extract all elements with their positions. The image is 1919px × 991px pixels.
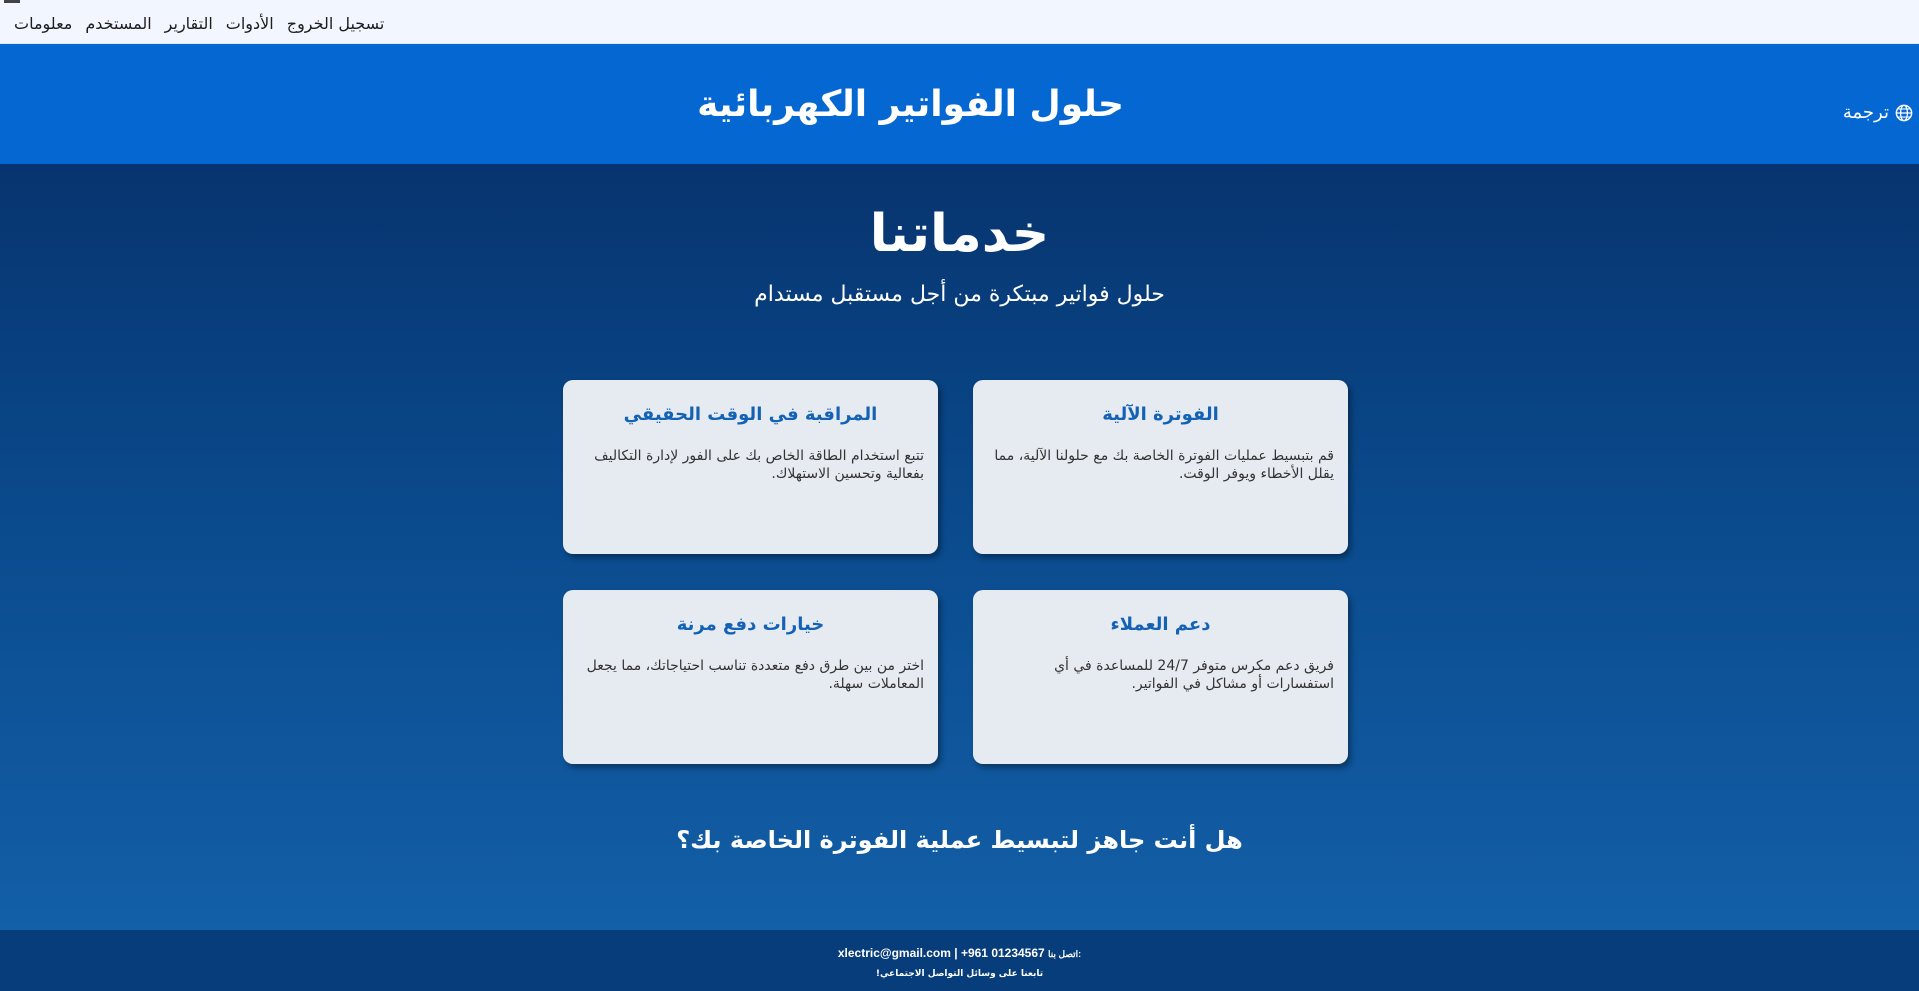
globe-icon xyxy=(1895,104,1913,121)
nav-item-user[interactable]: المستخدم xyxy=(85,14,151,33)
service-card-automated-billing: الفوترة الآلية قم بتبسيط عمليات الفوترة … xyxy=(973,380,1348,554)
contact-value: xlectric@gmail.com | +961 01234567 xyxy=(837,946,1045,960)
translate-label: ترجمة xyxy=(1842,102,1889,123)
cta-heading: هل أنت جاهز لتبسيط عملية الفوترة الخاصة … xyxy=(676,826,1243,854)
card-text: تتبع استخدام الطاقة الخاص بك على الفور ل… xyxy=(594,448,924,482)
translate-button[interactable]: ترجمة xyxy=(1843,102,1913,123)
site-footer: xlectric@gmail.com | +961 01234567 اتصل … xyxy=(0,930,1919,991)
service-card-customer-support: دعم العملاء فريق دعم مكرس متوفر 24/7 للم… xyxy=(973,590,1348,764)
card-title: الفوترة الآلية xyxy=(1102,404,1219,425)
nav-item-tools[interactable]: الأدوات xyxy=(226,14,274,33)
services-subheading: حلول فواتير مبتكرة من أجل مستقبل مستدام xyxy=(754,282,1165,307)
service-card-flexible-payment: خيارات دفع مرنة اختر من بين طرق دفع متعد… xyxy=(563,590,938,764)
window-menu-stub xyxy=(4,0,20,3)
card-text: اختر من بين طرق دفع متعددة تناسب احتياجا… xyxy=(586,658,924,692)
top-nav: تسجيل الخروج الأدوات التقارير المستخدم م… xyxy=(0,0,1919,44)
site-header: حلول الفواتير الكهربائية ترجمة xyxy=(0,44,1919,164)
services-section: خدماتنا حلول فواتير مبتكرة من أجل مستقبل… xyxy=(0,164,1919,930)
footer-follow: تابعنا على وسائل التواصل الاجتماعي! xyxy=(875,969,1044,979)
nav-menu: تسجيل الخروج الأدوات التقارير المستخدم م… xyxy=(14,14,384,33)
card-text: قم بتبسيط عمليات الفوترة الخاصة بك مع حل… xyxy=(994,448,1334,482)
card-title: دعم العملاء xyxy=(1110,614,1211,635)
nav-item-reports[interactable]: التقارير xyxy=(165,14,213,33)
contact-label: اتصل بنا: xyxy=(1048,949,1082,959)
card-title: خيارات دفع مرنة xyxy=(676,614,825,635)
card-title: المراقبة في الوقت الحقيقي xyxy=(623,404,878,425)
nav-item-info[interactable]: معلومات xyxy=(14,14,72,33)
site-title: حلول الفواتير الكهربائية xyxy=(697,84,1124,125)
nav-item-logout[interactable]: تسجيل الخروج xyxy=(287,14,385,33)
service-card-realtime-monitoring: المراقبة في الوقت الحقيقي تتبع استخدام ا… xyxy=(563,380,938,554)
services-heading: خدماتنا xyxy=(869,204,1050,264)
card-text: فريق دعم مكرس متوفر 24/7 للمساعدة في أي … xyxy=(1054,658,1334,692)
footer-contact: xlectric@gmail.com | +961 01234567 اتصل … xyxy=(0,946,1919,960)
